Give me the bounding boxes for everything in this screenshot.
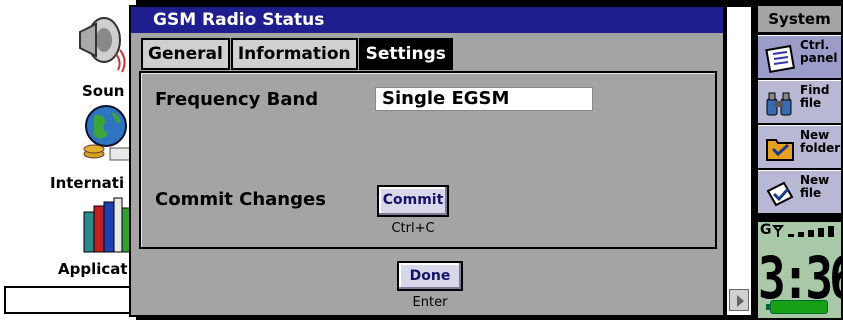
done-shortcut: Enter (412, 295, 448, 310)
desktop-item-sound[interactable]: Soun (0, 6, 138, 100)
dialog-title: GSM Radio Status (131, 7, 723, 33)
desktop-input-box[interactable] (4, 286, 132, 314)
signal-strength-icon (772, 225, 834, 237)
status-panel: G 3:36 (758, 222, 843, 318)
done-button[interactable]: Done (397, 261, 463, 291)
find-file-button[interactable]: Find file (758, 80, 841, 123)
new-folder-label-1: New (800, 128, 830, 142)
desktop-item-applications[interactable]: Applicat (0, 190, 138, 280)
new-folder-label-2: folder (800, 141, 841, 155)
ctrl-panel-label-1: Ctrl. (800, 38, 830, 52)
battery-icon (766, 300, 828, 314)
frequency-band-field[interactable]: Single EGSM (375, 87, 593, 111)
new-file-label-2: file (800, 186, 822, 200)
ctrl-panel-label-2: panel (800, 51, 838, 65)
desktop-label-applications: Applicat (58, 260, 128, 278)
globe-icon (83, 105, 131, 161)
commit-changes-label: Commit Changes (155, 189, 326, 210)
scroll-right-arrow-icon[interactable] (729, 289, 749, 311)
control-panel-icon (765, 44, 796, 74)
commit-shortcut: Ctrl+C (391, 221, 435, 236)
gsm-radio-status-dialog: GSM Radio Status General Information Set… (129, 5, 725, 317)
network-indicator: G (760, 222, 772, 238)
binoculars-icon (766, 92, 792, 116)
frequency-band-label: Frequency Band (155, 89, 319, 110)
new-file-button[interactable]: New file (758, 170, 841, 213)
system-title[interactable]: System (758, 6, 841, 32)
system-bar: System Ctrl.panel Findfile Newfolder (756, 0, 843, 320)
desktop-panel: Soun Internati Applicat (0, 0, 138, 320)
tab-settings[interactable]: Settings (358, 38, 453, 70)
desktop-item-international[interactable]: Internati (0, 98, 138, 192)
commit-button[interactable]: Commit (377, 185, 449, 217)
tab-general[interactable]: General (141, 38, 230, 70)
tab-information[interactable]: Information (230, 38, 358, 70)
find-file-label-2: file (800, 96, 822, 110)
settings-panel: Frequency Band Single EGSM Commit Change… (139, 71, 717, 249)
books-icon (83, 197, 131, 253)
new-file-label-1: New (800, 173, 830, 187)
new-file-icon (766, 181, 794, 207)
folder-icon (766, 139, 794, 161)
ctrl-panel-button[interactable]: Ctrl. panel (758, 35, 841, 78)
new-folder-button[interactable]: New folder (758, 125, 841, 168)
vertical-scrollbar[interactable] (725, 5, 753, 317)
speaker-icon (79, 17, 126, 73)
tab-bar: General Information Settings (141, 38, 454, 72)
find-file-label-1: Find (800, 83, 830, 97)
